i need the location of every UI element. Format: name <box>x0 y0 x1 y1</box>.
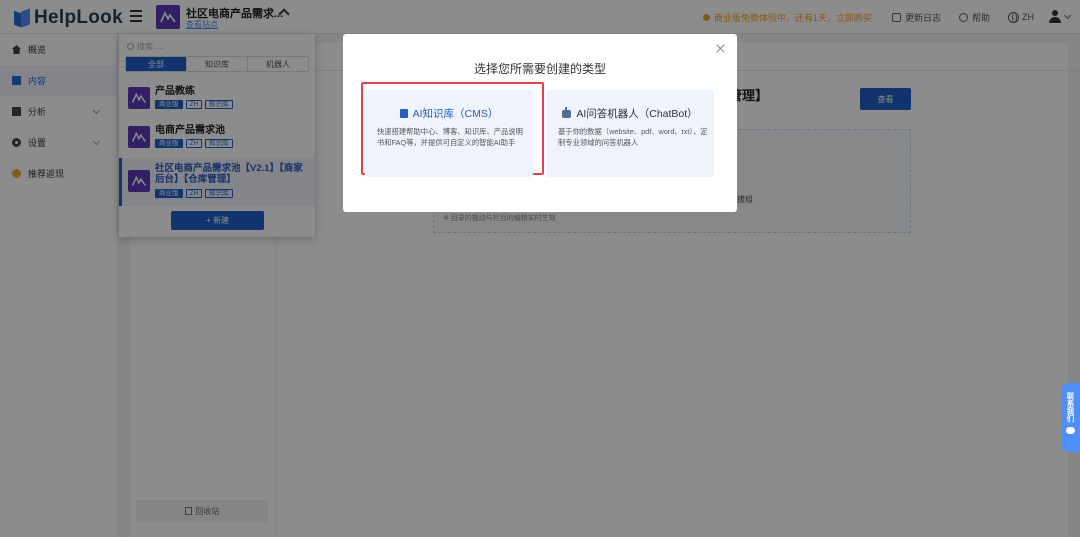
close-icon[interactable] <box>716 43 726 53</box>
chatbot-option-card[interactable]: AI问答机器人（ChatBot） 基于你的数据（website、pdf、word… <box>546 90 714 177</box>
chatbot-option-title: AI问答机器人（ChatBot） <box>546 106 714 121</box>
chatbot-option-label: AI问答机器人（ChatBot） <box>576 108 698 120</box>
cms-option-description: 快速搭建帮助中心、博客、知识库、产品说明书和FAQ等，并提供可自定义的智能AI助… <box>377 127 523 147</box>
cms-option-title: AI知识库（CMS） <box>365 106 533 121</box>
create-type-modal: 选择您所需要创建的类型 AI知识库（CMS） 快速搭建帮助中心、博客、知识库、产… <box>343 34 737 212</box>
robot-icon <box>562 106 572 118</box>
cms-option-card[interactable]: AI知识库（CMS） 快速搭建帮助中心、博客、知识库、产品说明书和FAQ等，并提… <box>365 90 533 177</box>
book-icon <box>399 109 408 118</box>
contact-us-label: 联系我们 <box>1066 392 1075 422</box>
contact-us-button[interactable]: 联系我们 <box>1061 383 1080 452</box>
chatbot-option-description: 基于你的数据（website、pdf、word、txt），定制专业领域的问答机器… <box>558 127 708 147</box>
modal-title: 选择您所需要创建的类型 <box>473 62 606 76</box>
cms-option-label: AI知识库（CMS） <box>412 108 499 120</box>
chat-icon <box>1066 427 1075 434</box>
